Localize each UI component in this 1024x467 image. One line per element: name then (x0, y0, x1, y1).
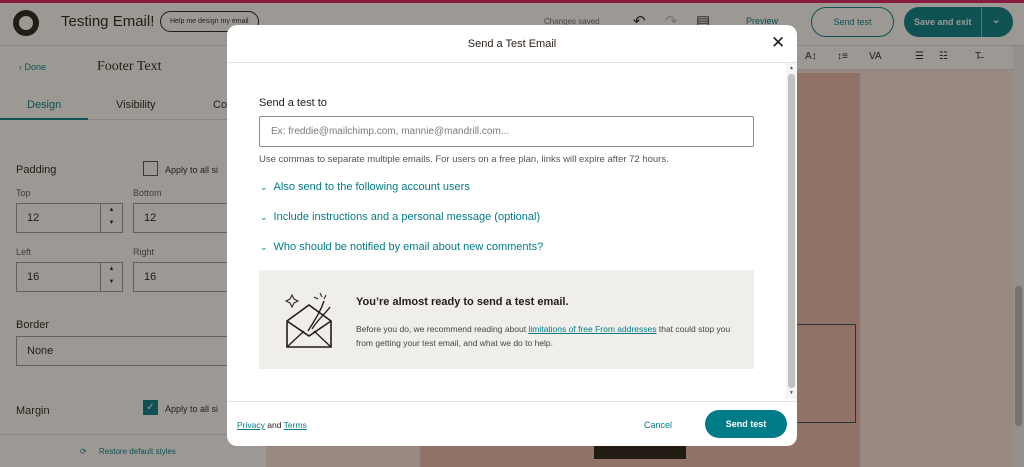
send-to-label: Send a test to (259, 97, 327, 109)
instructions-label: Include instructions and a personal mess… (273, 211, 541, 223)
scroll-up-icon[interactable]: ▲ (789, 65, 794, 71)
account-users-expander[interactable]: ⌄ Also send to the following account user… (260, 181, 470, 193)
email-recipients-input[interactable] (259, 116, 754, 147)
modal-scrollbar[interactable]: ▲ ▼ (786, 63, 797, 399)
comment-notify-expander[interactable]: ⌄ Who should be notified by email about n… (260, 241, 543, 253)
privacy-link[interactable]: Privacy (237, 420, 265, 430)
modal-footer: Privacy and Terms Cancel Send test (227, 401, 797, 446)
notice-title: You’re almost ready to send a test email… (356, 296, 569, 308)
send-test-modal: Send a Test Email ✕ Send a test to Use c… (227, 25, 797, 446)
close-icon[interactable]: ✕ (771, 34, 785, 51)
free-from-address-link[interactable]: limitations of free From addresses (528, 324, 656, 334)
terms-link[interactable]: Terms (284, 420, 307, 430)
notice-body: Before you do, we recommend reading abou… (356, 322, 736, 350)
instructions-expander[interactable]: ⌄ Include instructions and a personal mes… (260, 211, 540, 223)
modal-title: Send a Test Email (467, 38, 557, 50)
legal-links: Privacy and Terms (237, 420, 307, 430)
notice-body-start: Before you do, we recommend reading abou… (356, 324, 529, 334)
modal-header: Send a Test Email ✕ (227, 25, 797, 63)
send-test-button[interactable]: Send test (705, 410, 787, 438)
email-hint-text: Use commas to separate multiple emails. … (259, 154, 669, 165)
chevron-down-icon: ⌄ (260, 182, 268, 192)
modal-scrollbar-thumb[interactable] (788, 74, 795, 388)
chevron-down-icon: ⌄ (260, 212, 268, 222)
chevron-down-icon: ⌄ (260, 242, 268, 252)
account-users-label: Also send to the following account users (273, 181, 470, 193)
test-email-notice: You’re almost ready to send a test email… (259, 270, 754, 369)
cancel-button[interactable]: Cancel (644, 420, 672, 430)
envelope-illustration-icon (284, 292, 332, 348)
comment-notify-label: Who should be notified by email about ne… (273, 241, 544, 253)
scroll-down-icon[interactable]: ▼ (789, 390, 794, 396)
and-text: and (264, 420, 284, 430)
